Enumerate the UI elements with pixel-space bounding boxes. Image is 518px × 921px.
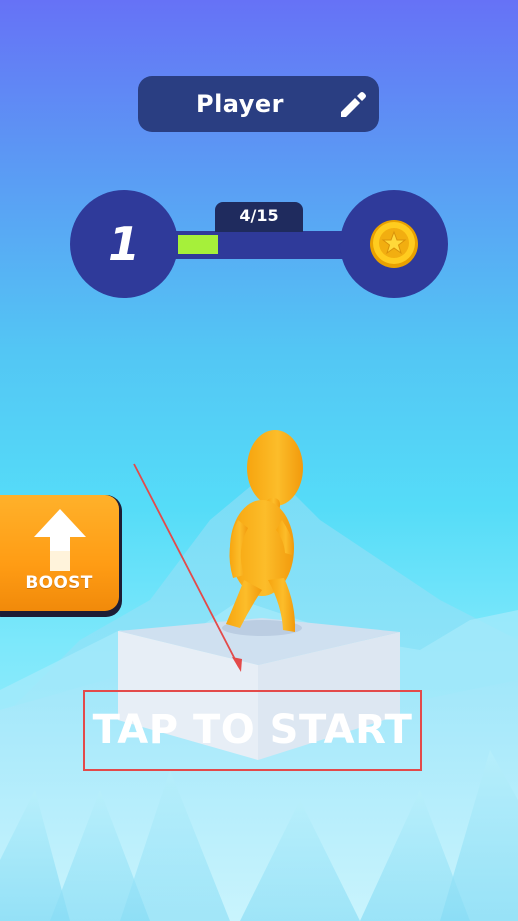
tap-to-start-label: TAP TO START: [92, 707, 413, 753]
tap-to-start-button[interactable]: TAP TO START: [83, 690, 422, 771]
game-screen[interactable]: Player 1 4/15 BOOST TAP TO START: [0, 0, 518, 921]
boost-label: BOOST: [25, 573, 93, 593]
background-scene: [0, 430, 518, 921]
current-level-badge: 1: [70, 190, 178, 298]
star-coin-icon: [370, 220, 418, 268]
pencil-icon[interactable]: [332, 84, 372, 124]
boost-button-face: BOOST: [0, 495, 119, 611]
up-arrow-icon: [34, 509, 86, 571]
boost-button[interactable]: BOOST: [0, 495, 122, 617]
level-progress-text: 4/15: [215, 202, 303, 232]
level-progress-fill: [178, 235, 218, 254]
current-level-number: 1: [107, 217, 140, 271]
player-name: Player: [195, 90, 285, 118]
player-name-pill[interactable]: Player: [138, 76, 379, 132]
